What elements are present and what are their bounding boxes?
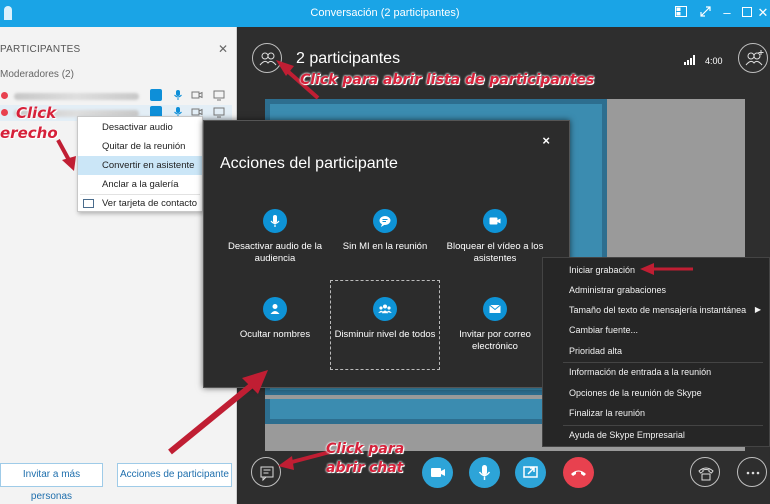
menu-item-im-text-size-label: Tamaño del texto de mensajería instantán… (569, 305, 747, 315)
person-icon (263, 297, 287, 321)
chat-bubble-icon (373, 209, 397, 233)
ellipsis-icon (746, 471, 760, 475)
action-label: Invitar por correo electrónico (459, 329, 531, 352)
screen-status-icon (213, 106, 225, 118)
menu-item-pin-gallery[interactable]: Anclar a la galería (78, 175, 202, 194)
action-label: Desactivar audio de la audiencia (228, 241, 322, 264)
microphone-status-icon (172, 89, 184, 101)
close-window-icon[interactable]: ✕ (754, 4, 770, 22)
chat-icon (260, 466, 274, 482)
annotation-open-chat-2: abrir chat (326, 460, 404, 476)
video-button[interactable] (422, 457, 453, 488)
action-block-video[interactable]: Bloquear el vídeo a los asistentes (439, 209, 551, 265)
action-no-im[interactable]: Sin MI en la reunión (329, 209, 441, 253)
signal-strength-icon (684, 55, 696, 65)
menu-item-contact-card-label: Ver tarjeta de contacto (102, 198, 198, 209)
add-people-icon (745, 50, 764, 66)
menu-item-mute[interactable]: Desactivar audio (78, 118, 202, 137)
action-label: Bloquear el vídeo a los asistentes (446, 241, 544, 264)
submenu-arrow-icon: ▶ (754, 305, 761, 314)
dialog-close-button[interactable]: × (542, 133, 550, 148)
menu-item-high-priority[interactable]: Prioridad alta (543, 341, 769, 361)
video-camera-icon (483, 209, 507, 233)
annotation-right-click-1: Click (16, 104, 57, 122)
participant-actions-button[interactable]: Acciones de participante (117, 463, 232, 487)
participant-row[interactable] (0, 88, 232, 104)
call-duration: 4:00 (705, 56, 723, 66)
minimize-icon[interactable]: – (718, 4, 736, 22)
more-options-menu: Iniciar grabación Administrar grabacione… (542, 257, 770, 447)
present-icon (523, 466, 538, 478)
menu-item-change-font[interactable]: Cambiar fuente... (543, 320, 769, 340)
microphone-icon (478, 465, 491, 480)
phone-hangup-icon (571, 470, 586, 476)
title-bar: Conversación (2 participantes) – ✕ (0, 0, 770, 27)
annotation-participants-list: Click para abrir lista de participantes (300, 72, 595, 88)
add-participant-button[interactable] (738, 43, 768, 73)
action-hide-names[interactable]: Ocultar nombres (219, 297, 331, 341)
action-invite-email[interactable]: Invitar por correo electrónico (439, 297, 551, 353)
menu-item-remove[interactable]: Quitar de la reunión (78, 137, 202, 156)
participant-count-title: 2 participantes (296, 50, 401, 67)
call-controls-button[interactable] (690, 457, 720, 487)
microphone-icon (263, 209, 287, 233)
popout-icon[interactable] (696, 4, 714, 22)
action-label: Disminuir nivel de todos (334, 329, 436, 340)
participant-context-menu: Desactivar audio Quitar de la reunión Co… (77, 116, 203, 212)
close-panel-icon[interactable]: ✕ (218, 42, 228, 56)
menu-item-end-meeting[interactable]: Finalizar la reunión (543, 403, 769, 423)
hang-up-button[interactable] (563, 457, 594, 488)
dial-pad-icon (698, 467, 714, 481)
menu-item-meeting-options[interactable]: Opciones de la reunión de Skype (543, 383, 769, 403)
action-demote-all[interactable]: Disminuir nivel de todos (329, 297, 441, 341)
action-mute-audience[interactable]: Desactivar audio de la audiencia (219, 209, 331, 265)
share-screen-button[interactable] (515, 457, 546, 488)
email-icon (483, 297, 507, 321)
participant-name-redacted (14, 93, 139, 100)
participants-panel: PARTICIPANTES ✕ Moderadores (2) Invitar … (0, 27, 237, 504)
camera-status-icon (191, 89, 203, 101)
presence-dot-icon (1, 92, 8, 99)
participants-header: PARTICIPANTES (0, 44, 81, 55)
action-label: Ocultar nombres (239, 329, 311, 340)
participant-actions-dialog: × Acciones del participante Desactivar a… (203, 120, 570, 388)
menu-item-manage-recordings[interactable]: Administrar grabaciones (543, 280, 769, 300)
menu-item-make-attendee[interactable]: Convertir en asistente (78, 156, 202, 175)
annotation-right-click-2: erecho (0, 124, 58, 142)
participants-list-button[interactable] (252, 43, 282, 73)
window-title: Conversación (2 participantes) (310, 7, 460, 19)
menu-item-im-text-size[interactable]: Tamaño del texto de mensajería instantán… (543, 300, 769, 320)
group-icon (373, 297, 397, 321)
chat-button[interactable] (251, 457, 281, 487)
menu-item-start-recording[interactable]: Iniciar grabación (543, 260, 769, 280)
moderators-label: Moderadores (2) (0, 69, 74, 80)
video-camera-icon (431, 468, 445, 477)
menu-item-join-info[interactable]: Información de entrada a la reunión (543, 362, 769, 382)
layout-icon[interactable] (672, 4, 690, 22)
screen-status-icon (213, 89, 225, 101)
contact-card-icon (83, 199, 94, 208)
menu-item-contact-card[interactable]: Ver tarjeta de contacto (78, 194, 202, 213)
microphone-button[interactable] (469, 457, 500, 488)
invite-more-button[interactable]: Invitar a más personas (0, 463, 103, 502)
participants-icon (259, 52, 277, 66)
action-label: Sin MI en la reunión (342, 241, 428, 252)
more-options-button[interactable] (737, 457, 767, 487)
menu-item-help[interactable]: Ayuda de Skype Empresarial (543, 425, 769, 445)
chat-status-icon (150, 89, 162, 101)
dialog-title: Acciones del participante (220, 155, 398, 172)
presence-dot-icon (1, 109, 8, 116)
annotation-open-chat-1: Click para (326, 441, 405, 457)
